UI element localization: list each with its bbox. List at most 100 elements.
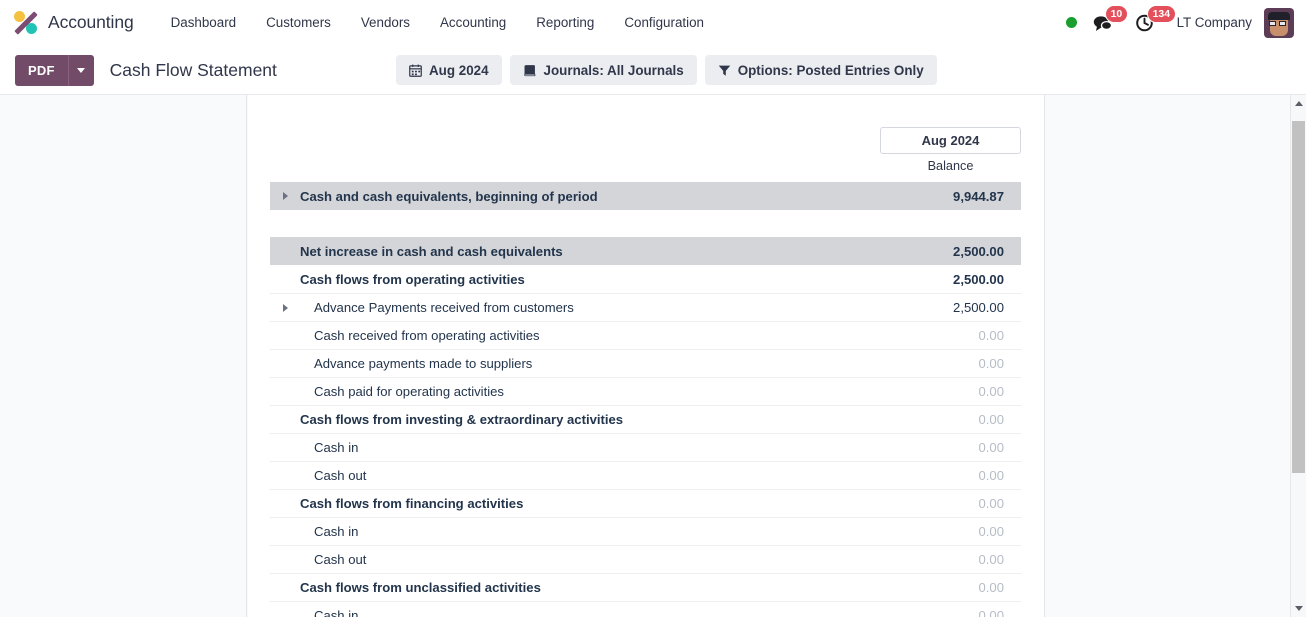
row-label: Cash in bbox=[314, 608, 359, 617]
row-spacer bbox=[270, 210, 1021, 237]
top-navbar: Accounting Dashboard Customers Vendors A… bbox=[0, 0, 1306, 46]
brand[interactable]: Accounting bbox=[0, 0, 156, 46]
avatar-glass-left bbox=[1269, 20, 1276, 26]
table-row[interactable]: Cash received from operating activities 0… bbox=[270, 321, 1021, 349]
row-balance-value: 0.00 bbox=[978, 440, 1004, 455]
table-row[interactable]: Cash out 0.00 bbox=[270, 461, 1021, 489]
chevron-right-icon[interactable] bbox=[282, 303, 288, 312]
brand-label: Accounting bbox=[48, 12, 134, 32]
filter-date-button[interactable]: Aug 2024 bbox=[396, 55, 502, 85]
row-balance-value: 0.00 bbox=[978, 468, 1004, 483]
navbar-right-tools: 10 134 LT Company bbox=[1065, 0, 1306, 46]
menu-item-configuration[interactable]: Configuration bbox=[609, 0, 719, 46]
pdf-button-group: PDF bbox=[15, 54, 94, 86]
messages-button[interactable]: 10 bbox=[1093, 4, 1129, 36]
row-label: Cash flows from operating activities bbox=[300, 271, 525, 287]
menu-item-accounting[interactable]: Accounting bbox=[425, 0, 521, 46]
row-balance-value: 0.00 bbox=[978, 412, 1004, 427]
row-balance-value: 0.00 bbox=[978, 552, 1004, 567]
table-row[interactable]: Cash flows from financing activities 0.00 bbox=[270, 489, 1021, 517]
row-label: Cash in bbox=[314, 524, 359, 539]
row-label: Cash paid for operating activities bbox=[314, 384, 504, 399]
row-expand-cell[interactable] bbox=[270, 303, 300, 312]
row-label: Net increase in cash and cash equivalent… bbox=[300, 243, 563, 259]
row-balance-value: 9,944.87 bbox=[953, 188, 1004, 204]
user-avatar-icon[interactable] bbox=[1264, 7, 1294, 38]
avatar-hair bbox=[1268, 11, 1290, 20]
pdf-export-button[interactable]: PDF bbox=[15, 54, 68, 86]
table-row[interactable]: Cash in 0.00 bbox=[270, 433, 1021, 461]
row-balance-value: 0.00 bbox=[978, 496, 1004, 511]
right-margin-rail bbox=[1046, 95, 1290, 617]
activities-button[interactable]: 134 bbox=[1135, 4, 1177, 36]
table-row[interactable]: Net increase in cash and cash equivalent… bbox=[270, 237, 1021, 265]
control-panel: PDF Cash Flow Statement Aug 2024 Journal… bbox=[0, 46, 1306, 95]
row-expand-cell[interactable] bbox=[270, 192, 300, 200]
table-row[interactable]: Advance payments made to suppliers 0.00 bbox=[270, 349, 1021, 377]
logo-yellow-dot bbox=[14, 10, 25, 22]
row-label: Cash flows from unclassified activities bbox=[300, 580, 541, 595]
odoo-logo-icon[interactable] bbox=[13, 10, 39, 36]
table-row[interactable]: Cash flows from operating activities 2,50… bbox=[270, 265, 1021, 293]
scroll-down-arrow-icon bbox=[1294, 606, 1303, 611]
row-balance-value: 2,500.00 bbox=[953, 271, 1004, 287]
row-label: Cash flows from investing & extraordinar… bbox=[300, 412, 624, 427]
activities-count-badge: 134 bbox=[1146, 4, 1177, 23]
row-label: Advance payments made to suppliers bbox=[314, 356, 533, 371]
row-balance-value: 0.00 bbox=[978, 524, 1004, 539]
row-label: Advance Payments received from customers bbox=[314, 300, 574, 315]
row-balance-value: 0.00 bbox=[978, 608, 1004, 617]
row-balance-value: 0.00 bbox=[978, 328, 1004, 343]
vertical-scrollbar[interactable] bbox=[1290, 95, 1306, 617]
row-balance-value: 2,500.00 bbox=[953, 243, 1004, 259]
calendar-icon bbox=[409, 64, 422, 77]
report-sheet: Aug 2024 Balance Cash and cash equivalen… bbox=[248, 95, 1045, 617]
table-row[interactable]: Cash paid for operating activities 0.00 bbox=[270, 377, 1021, 405]
table-row[interactable]: Cash flows from investing & extraordinar… bbox=[270, 405, 1021, 433]
company-switcher[interactable]: LT Company bbox=[1177, 15, 1252, 30]
book-icon bbox=[523, 64, 537, 77]
chevron-right-icon[interactable] bbox=[282, 192, 288, 200]
row-label: Cash flows from financing activities bbox=[300, 496, 524, 511]
menu-item-reporting[interactable]: Reporting bbox=[521, 0, 609, 46]
menu-item-customers[interactable]: Customers bbox=[251, 0, 346, 46]
menu-item-vendors[interactable]: Vendors bbox=[346, 0, 425, 46]
table-row[interactable]: Cash out 0.00 bbox=[270, 545, 1021, 573]
table-row[interactable]: Advance Payments received from customers… bbox=[270, 293, 1021, 321]
filter-options-label: Options: Posted Entries Only bbox=[737, 62, 924, 78]
table-row[interactable]: Cash in 0.00 bbox=[270, 517, 1021, 545]
app-body: Aug 2024 Balance Cash and cash equivalen… bbox=[0, 95, 1306, 617]
row-balance-value: 0.00 bbox=[978, 356, 1004, 371]
row-balance-value: 0.00 bbox=[978, 384, 1004, 399]
left-margin-rail bbox=[0, 95, 247, 617]
menu-item-dashboard[interactable]: Dashboard bbox=[156, 0, 252, 46]
scrollbar-thumb[interactable] bbox=[1292, 121, 1305, 473]
row-balance-value: 0.00 bbox=[978, 580, 1004, 595]
pdf-dropdown-toggle[interactable] bbox=[67, 54, 94, 86]
scroll-down-button[interactable] bbox=[1291, 600, 1306, 617]
row-label: Cash in bbox=[314, 440, 359, 455]
page-title: Cash Flow Statement bbox=[109, 59, 277, 80]
avatar-glass-right bbox=[1279, 20, 1286, 26]
green-status-dot-icon bbox=[1065, 17, 1077, 28]
report-filters: Aug 2024 Journals: All Journals Options:… bbox=[396, 55, 937, 85]
filter-date-label: Aug 2024 bbox=[429, 62, 489, 78]
row-balance-value: 2,500.00 bbox=[953, 300, 1004, 315]
table-row[interactable]: Cash flows from unclassified activities 0… bbox=[270, 573, 1021, 601]
scroll-up-button[interactable] bbox=[1291, 95, 1306, 112]
messages-count-badge: 10 bbox=[1104, 4, 1129, 23]
table-row[interactable]: Cash in 0.00 bbox=[270, 601, 1021, 617]
column-balance-subheader: Balance bbox=[927, 159, 974, 173]
column-period-header[interactable]: Aug 2024 bbox=[880, 127, 1021, 154]
filter-options-button[interactable]: Options: Posted Entries Only bbox=[704, 55, 937, 85]
row-label: Cash and cash equivalents, beginning of … bbox=[300, 188, 598, 204]
report-rows: Cash and cash equivalents, beginning of … bbox=[248, 182, 1044, 617]
scroll-up-arrow-icon bbox=[1294, 101, 1303, 106]
filter-icon bbox=[718, 64, 731, 77]
filter-journals-label: Journals: All Journals bbox=[543, 62, 684, 78]
row-label: Cash out bbox=[314, 552, 367, 567]
chevron-down-icon bbox=[77, 67, 86, 73]
table-row[interactable]: Cash and cash equivalents, beginning of … bbox=[270, 182, 1021, 210]
main-menu: Dashboard Customers Vendors Accounting R… bbox=[156, 0, 719, 46]
filter-journals-button[interactable]: Journals: All Journals bbox=[509, 55, 697, 85]
